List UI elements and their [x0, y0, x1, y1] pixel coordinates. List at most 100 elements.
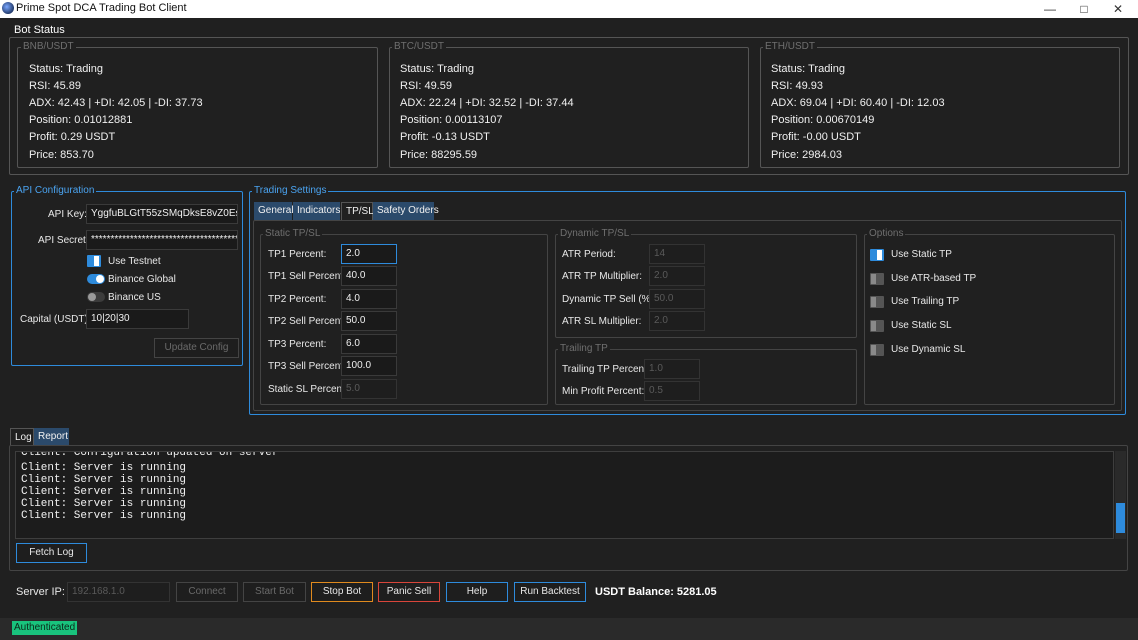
- server-ip-label: Server IP:: [16, 586, 65, 598]
- atr-sl-multiplier-input[interactable]: 2.0: [649, 311, 705, 331]
- tp1-sell-percent-input[interactable]: 40.0: [341, 266, 397, 286]
- log-line: Client: Server is running: [21, 498, 187, 510]
- tp3-percent-input[interactable]: 6.0: [341, 334, 397, 354]
- close-icon[interactable]: ✕: [1098, 0, 1138, 18]
- tab-report[interactable]: Report: [34, 428, 69, 446]
- use-testnet-label: Use Testnet: [108, 256, 161, 267]
- static-sl-percent-input[interactable]: 5.0: [341, 379, 397, 399]
- pair-status: Status: Trading: [29, 63, 103, 75]
- use-atr-tp-label: Use ATR-based TP: [891, 273, 977, 284]
- api-secret-label: API Secret:: [38, 235, 89, 246]
- trailing-tp-percent-input[interactable]: 1.0: [644, 359, 700, 379]
- tp2-sell-percent-input[interactable]: 50.0: [341, 311, 397, 331]
- pair-adx: ADX: 69.04 | +DI: 60.40 | -DI: 12.03: [771, 97, 945, 109]
- tab-log[interactable]: Log: [10, 428, 34, 446]
- pair-status: Status: Trading: [771, 63, 845, 75]
- tp1-sell-percent-label: TP1 Sell Percent:: [268, 271, 346, 282]
- api-key-label: API Key:: [48, 209, 87, 220]
- status-bar: [0, 618, 1138, 640]
- fetch-log-button[interactable]: Fetch Log: [16, 543, 87, 563]
- use-trailing-tp-checkbox[interactable]: [870, 296, 884, 308]
- static-sl-percent-label: Static SL Percent:: [268, 384, 348, 395]
- log-line: Client: Server is running: [21, 510, 187, 522]
- tp3-percent-label: TP3 Percent:: [268, 339, 327, 350]
- tp1-percent-input[interactable]: 2.0: [341, 244, 397, 264]
- static-tp-sl-title: Static TP/SL: [263, 228, 323, 239]
- update-config-button[interactable]: Update Config: [154, 338, 239, 358]
- use-testnet-checkbox[interactable]: [87, 255, 101, 267]
- app-icon: [2, 2, 14, 14]
- tab-indicators[interactable]: Indicators: [293, 202, 340, 220]
- connect-button[interactable]: Connect: [176, 582, 238, 602]
- api-secret-input[interactable]: ****************************************: [86, 230, 238, 250]
- log-line: Client: Server is running: [21, 486, 187, 498]
- trailing-tp-percent-label: Trailing TP Percent:: [562, 364, 650, 375]
- atr-tp-multiplier-input[interactable]: 2.0: [649, 266, 705, 286]
- trading-settings-title: Trading Settings: [252, 185, 329, 196]
- pair-rsi: RSI: 45.89: [29, 80, 81, 92]
- auth-status-badge: Authenticated: [12, 621, 78, 635]
- log-line: Client: Configuration updated on server: [21, 451, 279, 459]
- use-static-tp-label: Use Static TP: [891, 249, 952, 260]
- binance-us-label: Binance US: [108, 292, 161, 303]
- help-button[interactable]: Help: [446, 582, 508, 602]
- tp3-sell-percent-label: TP3 Sell Percent:: [268, 361, 346, 372]
- tab-safety-orders[interactable]: Safety Orders: [373, 202, 439, 220]
- use-static-tp-checkbox[interactable]: [870, 249, 884, 261]
- binance-global-label: Binance Global: [108, 274, 176, 285]
- dynamic-tp-sell-input[interactable]: 50.0: [649, 289, 705, 309]
- pair-profit: Profit: 0.29 USDT: [29, 131, 116, 143]
- stop-bot-button[interactable]: Stop Bot: [311, 582, 373, 602]
- use-dynamic-sl-label: Use Dynamic SL: [891, 344, 966, 355]
- pair-status: Status: Trading: [400, 63, 474, 75]
- api-key-input[interactable]: YggfuBLGtT55zSMqDksE8vZ0EsuMR: [86, 204, 238, 224]
- use-trailing-tp-label: Use Trailing TP: [891, 296, 960, 307]
- usdt-balance: USDT Balance: 5281.05: [595, 586, 717, 598]
- pair-price: Price: 853.70: [29, 149, 94, 161]
- pair-name: BTC/USDT: [392, 41, 446, 52]
- api-config-title: API Configuration: [14, 185, 97, 196]
- min-profit-percent-label: Min Profit Percent:: [562, 386, 645, 397]
- options-title: Options: [867, 228, 906, 239]
- tp2-percent-label: TP2 Percent:: [268, 294, 327, 305]
- tab-tp-sl[interactable]: TP/SL: [341, 202, 374, 220]
- capital-label: Capital (USDT):: [20, 314, 91, 325]
- pair-position: Position: 0.00670149: [771, 114, 875, 126]
- use-atr-tp-checkbox[interactable]: [870, 273, 884, 285]
- pair-profit: Profit: -0.13 USDT: [400, 131, 490, 143]
- panic-sell-button[interactable]: Panic Sell: [378, 582, 440, 602]
- capital-input[interactable]: 10|20|30: [86, 309, 189, 329]
- tp3-sell-percent-input[interactable]: 100.0: [341, 356, 397, 376]
- log-text-area[interactable]: Client: Configuration updated on server …: [15, 451, 1114, 539]
- pair-position: Position: 0.01012881: [29, 114, 133, 126]
- log-line: Client: Server is running: [21, 462, 187, 474]
- window-title: Prime Spot DCA Trading Bot Client: [16, 2, 187, 14]
- atr-period-label: ATR Period:: [562, 249, 616, 260]
- use-static-sl-checkbox[interactable]: [870, 320, 884, 332]
- binance-us-toggle[interactable]: [87, 292, 105, 302]
- atr-sl-multiplier-label: ATR SL Multiplier:: [562, 316, 642, 327]
- atr-period-input[interactable]: 14: [649, 244, 705, 264]
- dynamic-tp-sl-title: Dynamic TP/SL: [558, 228, 632, 239]
- pair-position: Position: 0.00113107: [400, 114, 503, 126]
- log-line: Client: Server is running: [21, 474, 187, 486]
- log-scroll-thumb[interactable]: [1116, 503, 1125, 533]
- pair-name: BNB/USDT: [21, 41, 76, 52]
- pair-rsi: RSI: 49.59: [400, 80, 452, 92]
- binance-global-toggle[interactable]: [87, 274, 105, 284]
- pair-adx: ADX: 42.43 | +DI: 42.05 | -DI: 37.73: [29, 97, 203, 109]
- tab-general[interactable]: General: [254, 202, 294, 220]
- pair-adx: ADX: 22.24 | +DI: 32.52 | -DI: 37.44: [400, 97, 574, 109]
- use-dynamic-sl-checkbox[interactable]: [870, 344, 884, 356]
- tp2-percent-input[interactable]: 4.0: [341, 289, 397, 309]
- server-ip-input[interactable]: 192.168.1.0: [67, 582, 170, 602]
- tp1-percent-label: TP1 Percent:: [268, 249, 327, 260]
- dynamic-tp-sell-label: Dynamic TP Sell (%):: [562, 294, 657, 305]
- start-bot-button[interactable]: Start Bot: [243, 582, 306, 602]
- use-static-sl-label: Use Static SL: [891, 320, 952, 331]
- pair-price: Price: 2984.03: [771, 149, 842, 161]
- pair-profit: Profit: -0.00 USDT: [771, 131, 861, 143]
- min-profit-percent-input[interactable]: 0.5: [644, 381, 700, 401]
- run-backtest-button[interactable]: Run Backtest: [514, 582, 586, 602]
- atr-tp-multiplier-label: ATR TP Multiplier:: [562, 271, 643, 282]
